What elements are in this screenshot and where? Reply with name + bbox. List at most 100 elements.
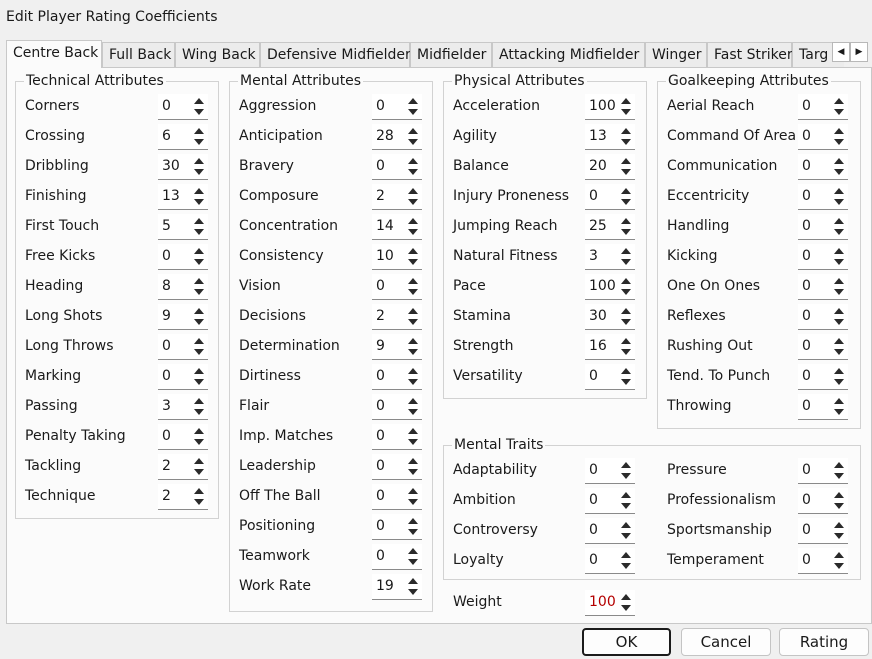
attr-spinbox-temperament[interactable]: 0 bbox=[798, 548, 848, 574]
spin-down-icon[interactable] bbox=[619, 347, 633, 357]
spin-up-icon[interactable] bbox=[192, 96, 206, 106]
spin-up-icon[interactable] bbox=[406, 546, 420, 556]
spin-down-icon[interactable] bbox=[192, 227, 206, 237]
spin-down-icon[interactable] bbox=[619, 137, 633, 147]
attr-spinbox-positioning[interactable]: 0 bbox=[372, 514, 422, 540]
spin-down-icon[interactable] bbox=[619, 531, 633, 541]
spin-up-icon[interactable] bbox=[406, 246, 420, 256]
attr-spinbox-long-shots[interactable]: 9 bbox=[158, 304, 208, 330]
attr-spinbox-finishing[interactable]: 13 bbox=[158, 184, 208, 210]
spin-up-icon[interactable] bbox=[406, 336, 420, 346]
attr-spinbox-kicking[interactable]: 0 bbox=[798, 244, 848, 270]
attr-spinbox-aerial-reach[interactable]: 0 bbox=[798, 94, 848, 120]
spin-up-icon[interactable] bbox=[192, 456, 206, 466]
spin-down-icon[interactable] bbox=[832, 197, 846, 207]
spin-down-icon[interactable] bbox=[619, 167, 633, 177]
spin-up-icon[interactable] bbox=[192, 396, 206, 406]
attr-spinbox-imp-matches[interactable]: 0 bbox=[372, 424, 422, 450]
spin-down-icon[interactable] bbox=[406, 107, 420, 117]
attr-spinbox-ambition[interactable]: 0 bbox=[585, 488, 635, 514]
spin-down-icon[interactable] bbox=[619, 471, 633, 481]
spin-down-icon[interactable] bbox=[406, 377, 420, 387]
spin-down-icon[interactable] bbox=[832, 531, 846, 541]
attr-spinbox-anticipation[interactable]: 28 bbox=[372, 124, 422, 150]
attr-spinbox-corners[interactable]: 0 bbox=[158, 94, 208, 120]
spin-up-icon[interactable] bbox=[832, 246, 846, 256]
spin-down-icon[interactable] bbox=[406, 197, 420, 207]
spin-up-icon[interactable] bbox=[406, 486, 420, 496]
attr-spinbox-first-touch[interactable]: 5 bbox=[158, 214, 208, 240]
spin-down-icon[interactable] bbox=[192, 317, 206, 327]
attr-spinbox-professionalism[interactable]: 0 bbox=[798, 488, 848, 514]
attr-spinbox-throwing[interactable]: 0 bbox=[798, 394, 848, 420]
attr-spinbox-injury-proneness[interactable]: 0 bbox=[585, 184, 635, 210]
attr-spinbox-heading[interactable]: 8 bbox=[158, 274, 208, 300]
spin-up-icon[interactable] bbox=[192, 306, 206, 316]
attr-spinbox-one-on-ones[interactable]: 0 bbox=[798, 274, 848, 300]
spin-down-icon[interactable] bbox=[192, 407, 206, 417]
spin-down-icon[interactable] bbox=[619, 377, 633, 387]
rating-button[interactable]: Rating bbox=[779, 628, 869, 656]
spin-down-icon[interactable] bbox=[619, 317, 633, 327]
spin-up-icon[interactable] bbox=[619, 520, 633, 530]
spin-up-icon[interactable] bbox=[192, 186, 206, 196]
spin-up-icon[interactable] bbox=[406, 576, 420, 586]
spin-up-icon[interactable] bbox=[192, 426, 206, 436]
attr-spinbox-teamwork[interactable]: 0 bbox=[372, 544, 422, 570]
spin-up-icon[interactable] bbox=[192, 276, 206, 286]
attr-spinbox-pace[interactable]: 100 bbox=[585, 274, 635, 300]
tab-full-back[interactable]: Full Back bbox=[102, 42, 175, 68]
attr-spinbox-technique[interactable]: 2 bbox=[158, 484, 208, 510]
spin-up-icon[interactable] bbox=[192, 156, 206, 166]
spin-down-icon[interactable] bbox=[406, 587, 420, 597]
spin-up-icon[interactable] bbox=[832, 126, 846, 136]
attr-spinbox-aggression[interactable]: 0 bbox=[372, 94, 422, 120]
spin-down-icon[interactable] bbox=[619, 227, 633, 237]
spin-up-icon[interactable] bbox=[406, 156, 420, 166]
spin-down-icon[interactable] bbox=[406, 227, 420, 237]
spin-up-icon[interactable] bbox=[832, 306, 846, 316]
spin-down-icon[interactable] bbox=[192, 287, 206, 297]
attr-spinbox-agility[interactable]: 13 bbox=[585, 124, 635, 150]
attr-spinbox-passing[interactable]: 3 bbox=[158, 394, 208, 420]
spin-down-icon[interactable] bbox=[192, 437, 206, 447]
tab-centre-back[interactable]: Centre Back bbox=[6, 40, 102, 68]
spin-down-icon[interactable] bbox=[192, 377, 206, 387]
spin-up-icon[interactable] bbox=[619, 550, 633, 560]
spin-up-icon[interactable] bbox=[832, 216, 846, 226]
spin-down-icon[interactable] bbox=[406, 467, 420, 477]
spin-up-icon[interactable] bbox=[406, 396, 420, 406]
spin-down-icon[interactable] bbox=[619, 287, 633, 297]
attr-spinbox-dribbling[interactable]: 30 bbox=[158, 154, 208, 180]
spin-up-icon[interactable] bbox=[619, 592, 633, 602]
spin-down-icon[interactable] bbox=[619, 501, 633, 511]
ok-button[interactable]: OK bbox=[582, 628, 671, 656]
attr-spinbox-communication[interactable]: 0 bbox=[798, 154, 848, 180]
cancel-button[interactable]: Cancel bbox=[681, 628, 771, 656]
spin-down-icon[interactable] bbox=[192, 467, 206, 477]
spin-down-icon[interactable] bbox=[192, 107, 206, 117]
spin-up-icon[interactable] bbox=[619, 460, 633, 470]
tab-wing-back[interactable]: Wing Back bbox=[175, 42, 260, 68]
spin-down-icon[interactable] bbox=[406, 287, 420, 297]
spin-up-icon[interactable] bbox=[192, 366, 206, 376]
weight-spinbox[interactable]: 100 bbox=[585, 590, 635, 616]
spin-up-icon[interactable] bbox=[619, 366, 633, 376]
spin-up-icon[interactable] bbox=[832, 490, 846, 500]
spin-up-icon[interactable] bbox=[619, 156, 633, 166]
spin-up-icon[interactable] bbox=[832, 520, 846, 530]
spin-up-icon[interactable] bbox=[619, 246, 633, 256]
attr-spinbox-marking[interactable]: 0 bbox=[158, 364, 208, 390]
tab-attacking-midfielder[interactable]: Attacking Midfielder bbox=[492, 42, 645, 68]
spin-down-icon[interactable] bbox=[406, 317, 420, 327]
spin-down-icon[interactable] bbox=[192, 257, 206, 267]
tab-fast-striker[interactable]: Fast Striker bbox=[707, 42, 793, 68]
spin-down-icon[interactable] bbox=[406, 257, 420, 267]
spin-up-icon[interactable] bbox=[192, 216, 206, 226]
spin-up-icon[interactable] bbox=[832, 550, 846, 560]
attr-spinbox-penalty-taking[interactable]: 0 bbox=[158, 424, 208, 450]
attr-spinbox-strength[interactable]: 16 bbox=[585, 334, 635, 360]
attr-spinbox-dirtiness[interactable]: 0 bbox=[372, 364, 422, 390]
spin-down-icon[interactable] bbox=[832, 107, 846, 117]
spin-down-icon[interactable] bbox=[192, 497, 206, 507]
